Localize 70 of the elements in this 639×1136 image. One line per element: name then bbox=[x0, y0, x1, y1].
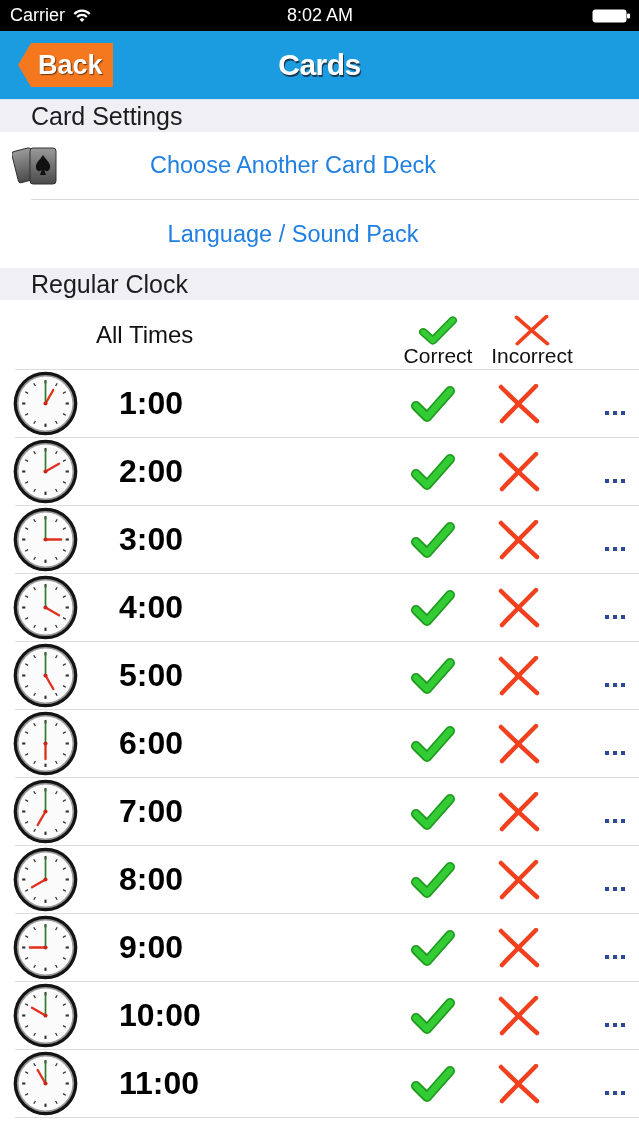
clock-icon bbox=[13, 711, 78, 776]
back-button[interactable]: Back bbox=[18, 43, 113, 87]
more-icon[interactable] bbox=[605, 887, 625, 891]
clock-icon bbox=[13, 507, 78, 572]
status-time: 8:02 AM bbox=[287, 5, 354, 26]
column-label: Incorrect bbox=[491, 345, 573, 367]
more-icon[interactable] bbox=[605, 615, 625, 619]
check-icon bbox=[418, 315, 458, 346]
check-icon[interactable] bbox=[410, 383, 456, 424]
time-label: 5:00 bbox=[119, 657, 184, 694]
clock-icon bbox=[13, 643, 78, 708]
clock-icon bbox=[13, 915, 78, 980]
cross-icon[interactable] bbox=[498, 1063, 540, 1104]
clock-icon bbox=[13, 439, 78, 504]
more-icon[interactable] bbox=[605, 547, 625, 551]
row-label: All Times bbox=[96, 320, 194, 349]
cross-icon[interactable] bbox=[498, 383, 540, 424]
check-icon[interactable] bbox=[410, 723, 456, 764]
settings-link[interactable]: Language / Sound Pack bbox=[167, 220, 419, 248]
cross-icon[interactable] bbox=[498, 451, 540, 492]
clock-icon bbox=[13, 575, 78, 640]
time-label: 9:00 bbox=[119, 929, 184, 966]
clock-icon bbox=[13, 779, 78, 844]
more-icon[interactable] bbox=[605, 819, 625, 823]
check-icon[interactable] bbox=[410, 587, 456, 628]
time-label: 8:00 bbox=[119, 861, 184, 898]
more-icon[interactable] bbox=[605, 479, 625, 483]
more-icon[interactable] bbox=[605, 411, 625, 415]
more-icon[interactable] bbox=[605, 1023, 625, 1027]
cross-icon[interactable] bbox=[498, 655, 540, 696]
check-icon[interactable] bbox=[410, 859, 456, 900]
time-label: 7:00 bbox=[119, 793, 184, 830]
check-icon[interactable] bbox=[410, 791, 456, 832]
section-title: Regular Clock bbox=[31, 269, 188, 299]
clock-icon bbox=[13, 983, 78, 1048]
check-icon[interactable] bbox=[410, 451, 456, 492]
more-icon[interactable] bbox=[605, 751, 625, 755]
time-label: 2:00 bbox=[119, 453, 184, 490]
check-icon[interactable] bbox=[410, 655, 456, 696]
check-icon[interactable] bbox=[410, 995, 456, 1036]
time-label: 3:00 bbox=[119, 521, 184, 558]
more-icon[interactable] bbox=[605, 683, 625, 687]
cross-icon[interactable] bbox=[498, 995, 540, 1036]
time-label: 10:00 bbox=[119, 997, 201, 1034]
check-icon[interactable] bbox=[410, 927, 456, 968]
clock-icon bbox=[13, 1051, 78, 1116]
more-icon[interactable] bbox=[605, 1091, 625, 1095]
cross-icon[interactable] bbox=[498, 859, 540, 900]
section-title: Card Settings bbox=[31, 101, 183, 131]
column-label: Correct bbox=[403, 345, 473, 367]
cross-icon[interactable] bbox=[498, 791, 540, 832]
nav-title: Cards bbox=[278, 48, 361, 82]
more-icon[interactable] bbox=[605, 955, 625, 959]
wifi-icon bbox=[73, 9, 91, 22]
cross-icon[interactable] bbox=[498, 587, 540, 628]
battery-icon bbox=[592, 8, 630, 23]
time-label: 4:00 bbox=[119, 589, 184, 626]
clock-icon bbox=[13, 371, 78, 436]
time-label: 1:00 bbox=[119, 385, 184, 422]
carrier-name: Carrier bbox=[10, 5, 65, 26]
time-label: 6:00 bbox=[119, 725, 184, 762]
settings-link[interactable]: Choose Another Card Deck bbox=[149, 152, 437, 179]
cross-icon[interactable] bbox=[498, 723, 540, 764]
time-label: 11:00 bbox=[119, 1065, 200, 1102]
cross-icon[interactable] bbox=[498, 519, 540, 560]
cross-icon bbox=[514, 315, 550, 346]
check-icon[interactable] bbox=[410, 1063, 456, 1104]
clock-icon bbox=[13, 847, 78, 912]
check-icon[interactable] bbox=[410, 519, 456, 560]
cross-icon[interactable] bbox=[498, 927, 540, 968]
